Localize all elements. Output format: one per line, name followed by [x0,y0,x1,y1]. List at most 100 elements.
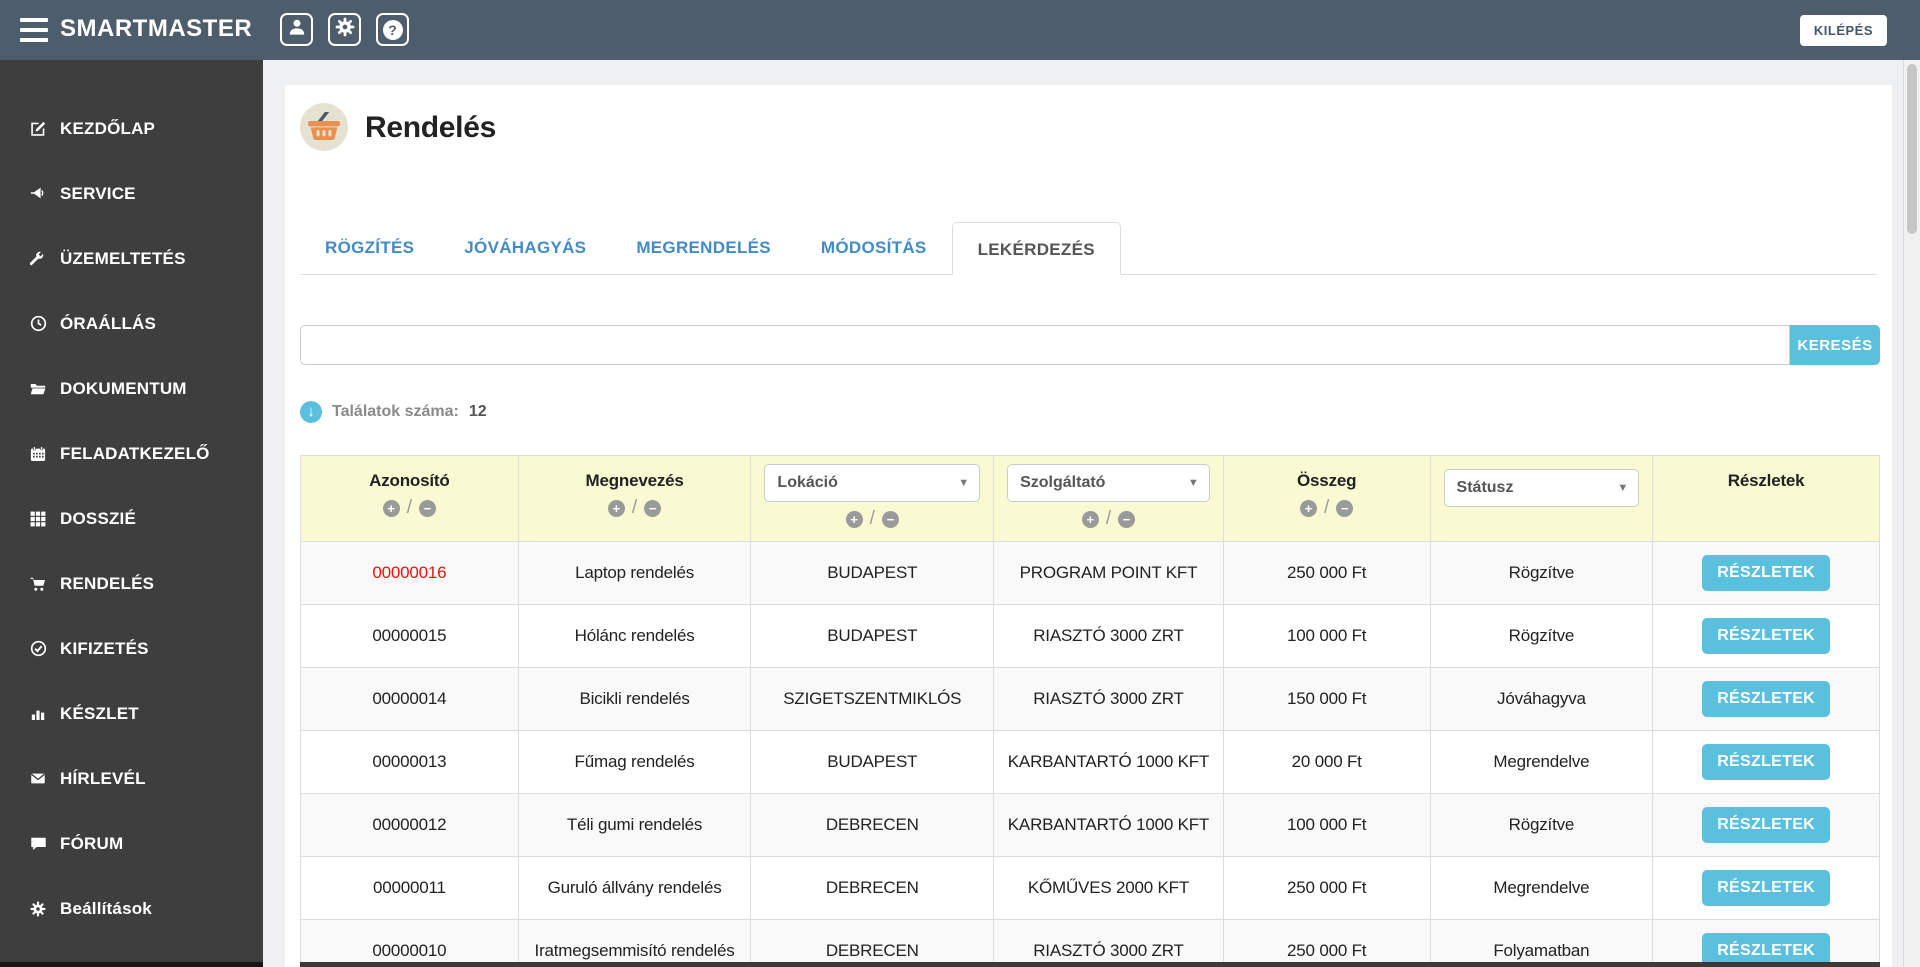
table-row: 00000012 Téli gumi rendelés DEBRECEN KAR… [301,793,1879,856]
results-number: 12 [468,403,487,420]
tab-jovahagyas[interactable]: JÓVÁHAGYÁS [439,222,611,274]
order-id: 00000015 [301,605,519,667]
sort-desc-icon[interactable]: − [1118,510,1136,528]
scrollbar-thumb[interactable] [1907,64,1917,234]
order-status: Rögzítve [1431,794,1654,856]
details-button[interactable]: RÉSZLETEK [1702,744,1831,780]
order-amount: 100 000 Ft [1224,794,1431,856]
sidebar-item-keszlet[interactable]: KÉSZLET [0,681,263,746]
order-id: 00000012 [301,794,519,856]
sidebar-item-kifizetes[interactable]: KIFIZETÉS [0,616,263,681]
details-button[interactable]: RÉSZLETEK [1702,807,1831,843]
clock-icon [28,315,48,332]
chevron-down-icon: ▼ [1187,477,1199,489]
sort-desc-icon[interactable]: − [644,499,662,517]
table-row: 00000013 Fűmag rendelés BUDAPEST KARBANT… [301,730,1879,793]
basket-icon [300,103,348,151]
gear-icon [28,901,48,917]
sidebar-item-oraallas[interactable]: ÓRAÁLLÁS [0,291,263,356]
sidebar-item-forum[interactable]: FÓRUM [0,811,263,876]
order-status: Jóváhagyva [1431,668,1654,730]
order-id: 00000016 [372,563,447,582]
search-button[interactable]: KERESÉS [1790,325,1880,365]
table-row: 00000014 Bicikli rendelés SZIGETSZENTMIK… [301,667,1879,730]
user-button[interactable] [280,13,313,46]
location-filter-select[interactable]: Lokáció ▼ [764,464,981,502]
details-button[interactable]: RÉSZLETEK [1702,870,1831,906]
sidebar-item-uzemeltetes[interactable]: ÜZEMELTETÉS [0,226,263,291]
calendar-icon [28,445,48,462]
sort-asc-icon[interactable]: + [1081,510,1099,528]
order-name: Laptop rendelés [519,542,752,604]
sort-asc-icon[interactable]: + [1300,499,1318,517]
order-provider: KARBANTARTÓ 1000 KFT [994,794,1224,856]
order-id: 00000011 [301,857,519,919]
sidebar-item-kezdolap[interactable]: KEZDŐLAP [0,96,263,161]
order-status: Megrendelve [1431,731,1654,793]
tab-lekerdezes[interactable]: LEKÉRDEZÉS [951,222,1121,275]
column-megnevezes: Megnevezés [585,471,684,490]
orders-table: Azonosító + / − Megnevezés + / − Lokáció [300,455,1880,967]
chevron-down-icon: ▼ [958,477,970,489]
order-provider: RIASZTÓ 3000 ZRT [994,668,1224,730]
order-location: DEBRECEN [751,857,995,919]
sort-desc-icon[interactable]: − [1336,499,1354,517]
table-row: 00000016 Laptop rendelés BUDAPEST PROGRA… [301,541,1879,604]
sidebar-item-dosszie[interactable]: DOSSZIÉ [0,486,263,551]
sidebar-item-rendeles[interactable]: RENDELÉS [0,551,263,616]
status-filter-select[interactable]: Státusz ▼ [1443,469,1640,507]
tab-bar: RÖGZÍTÉS JÓVÁHAGYÁS MEGRENDELÉS MÓDOSÍTÁ… [300,222,1877,275]
logout-button[interactable]: KILÉPÉS [1799,15,1887,46]
order-name: Iratmegsemmisító rendelés [519,920,752,967]
menu-icon[interactable] [20,18,48,42]
sidebar-item-dokumentum[interactable]: DOKUMENTUM [0,356,263,421]
table-bottom-divider [300,962,1880,967]
order-provider: KARBANTARTÓ 1000 KFT [994,731,1224,793]
column-reszletek: Részletek [1727,471,1805,490]
search-input[interactable] [300,325,1790,365]
envelope-icon [28,771,48,786]
vertical-scrollbar[interactable] [1903,60,1920,967]
details-button[interactable]: RÉSZLETEK [1702,618,1831,654]
details-button[interactable]: RÉSZLETEK [1702,681,1831,717]
details-button[interactable]: RÉSZLETEK [1702,555,1831,591]
tab-megrendeles[interactable]: MEGRENDELÉS [611,222,796,274]
tab-modositas[interactable]: MÓDOSÍTÁS [796,222,952,274]
sort-desc-icon[interactable]: − [419,499,436,517]
order-provider: RIASZTÓ 3000 ZRT [994,920,1224,967]
order-name: Fűmag rendelés [519,731,752,793]
sort-control: + / − [1300,497,1354,519]
tab-rogzites[interactable]: RÖGZÍTÉS [300,222,439,274]
sidebar-item-service[interactable]: SERVICE [0,161,263,226]
order-location: DEBRECEN [751,920,995,967]
order-status: Rögzítve [1431,605,1654,667]
sidebar-item-hirlevel[interactable]: HÍRLEVÉL [0,746,263,811]
order-amount: 250 000 Ft [1224,920,1431,967]
column-osszeg: Összeg [1297,471,1357,490]
order-location: SZIGETSZENTMIKLÓS [751,668,995,730]
gear-icon [335,17,355,42]
sort-asc-icon[interactable]: + [607,499,625,517]
help-button[interactable]: ? [376,13,409,46]
table-header: Azonosító + / − Megnevezés + / − Lokáció [301,456,1879,541]
order-name: Téli gumi rendelés [519,794,752,856]
sort-asc-icon[interactable]: + [845,510,863,528]
order-provider: KŐMŰVES 2000 KFT [994,857,1224,919]
order-status: Megrendelve [1431,857,1654,919]
provider-filter-select[interactable]: Szolgáltató ▼ [1007,464,1210,502]
order-amount: 150 000 Ft [1224,668,1431,730]
order-amount: 250 000 Ft [1224,542,1431,604]
sort-desc-icon[interactable]: − [881,510,899,528]
sidebar-item-beallitasok[interactable]: Beállítások [0,876,263,941]
order-name: Guruló állvány rendelés [519,857,752,919]
order-amount: 20 000 Ft [1224,731,1431,793]
sort-asc-icon[interactable]: + [382,499,400,517]
order-location: BUDAPEST [751,731,995,793]
sort-control: + / − [607,497,662,519]
edit-icon [28,120,48,137]
order-status: Folyamatban [1431,920,1654,967]
sidebar-item-feladatkezelo[interactable]: FELADATKEZELŐ [0,421,263,486]
settings-button[interactable] [328,13,361,46]
order-id: 00000010 [301,920,519,967]
order-provider: RIASZTÓ 3000 ZRT [994,605,1224,667]
